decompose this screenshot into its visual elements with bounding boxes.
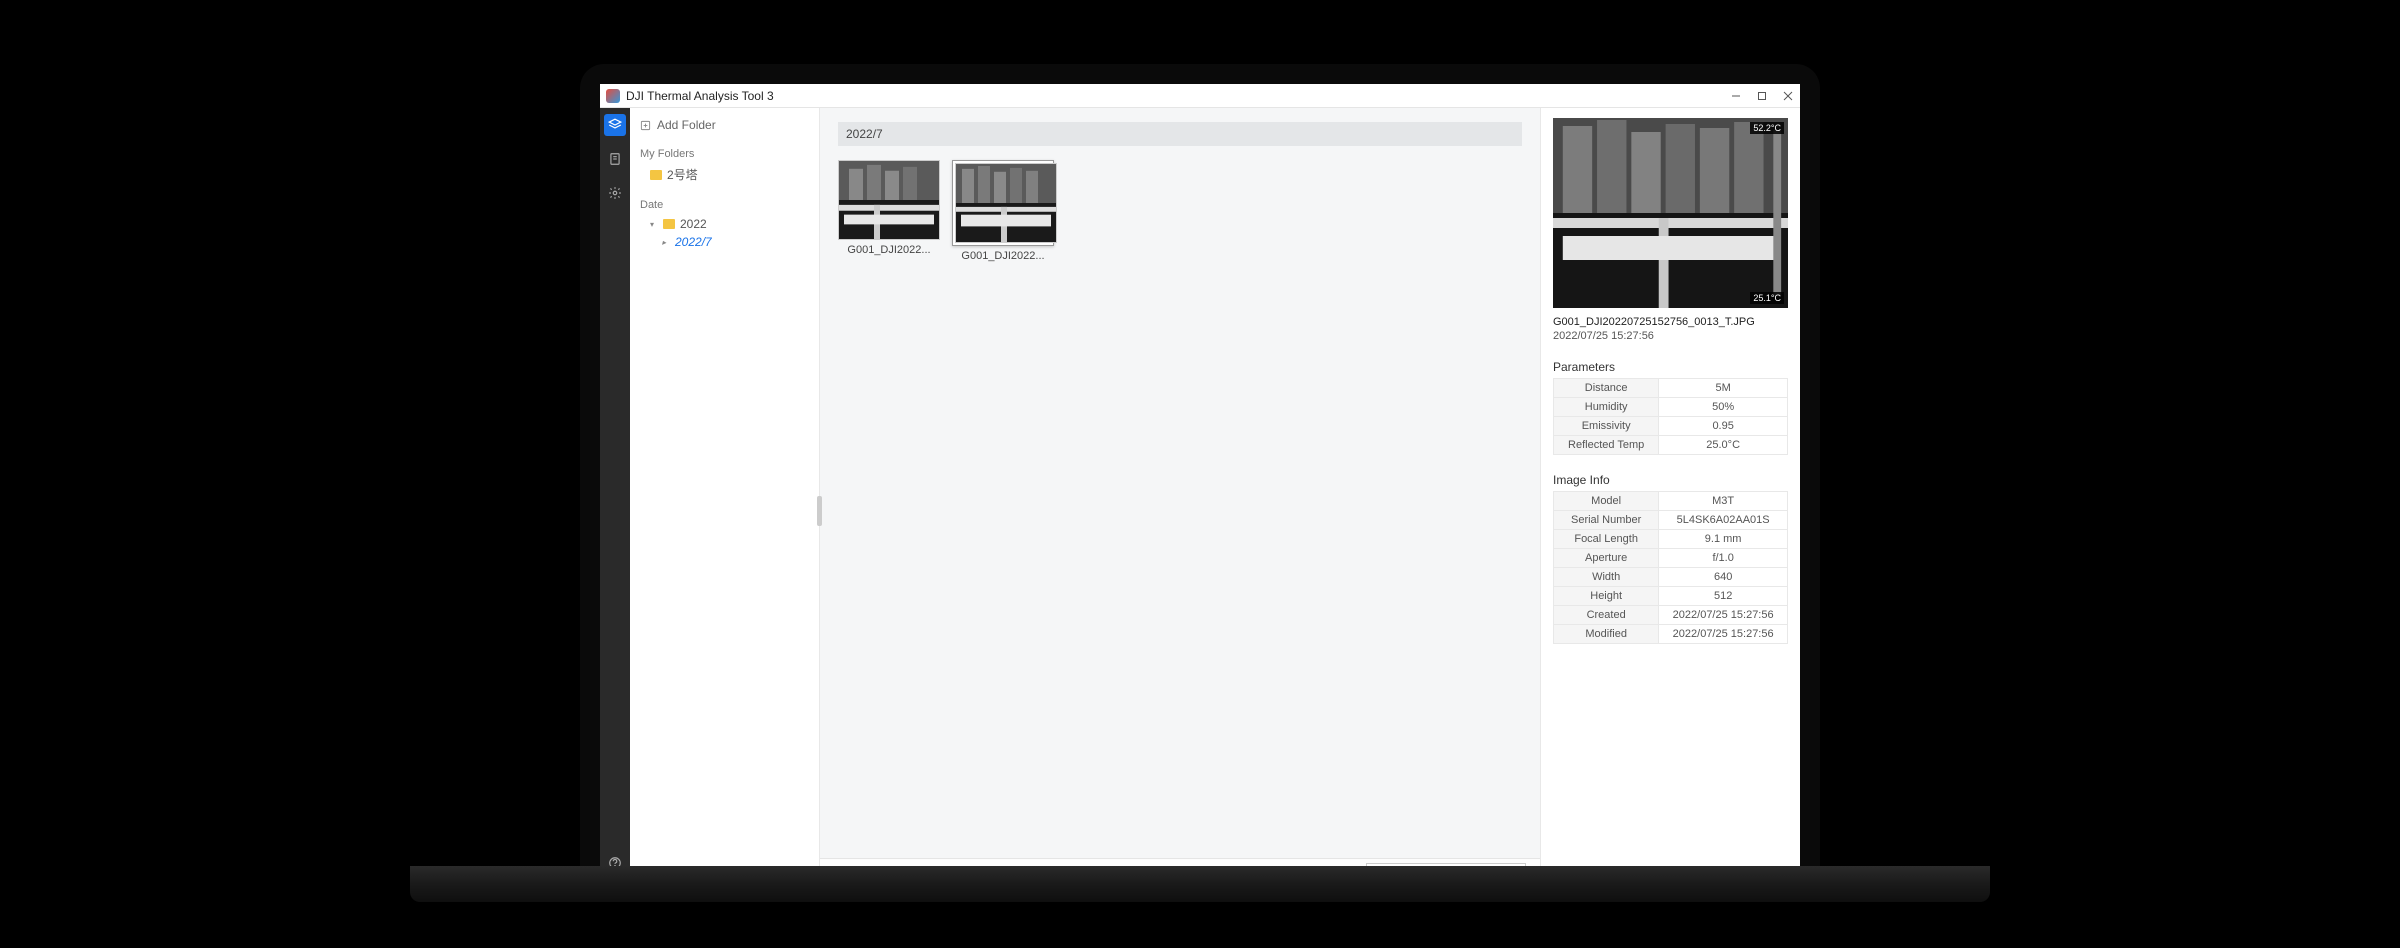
folder-icon — [650, 170, 662, 180]
table-row: Humidity50% — [1554, 398, 1788, 417]
table-row: Created2022/07/25 15:27:56 — [1554, 606, 1788, 625]
thumbnail-image — [838, 160, 940, 240]
rail-settings-icon[interactable] — [604, 182, 626, 204]
date-month-label: 2022/7 — [675, 235, 712, 249]
date-year-label: 2022 — [680, 217, 707, 231]
app-title: DJI Thermal Analysis Tool 3 — [626, 89, 1730, 103]
content-panel: 2022/7 — [820, 108, 1540, 884]
resize-handle[interactable] — [817, 496, 822, 526]
chevron-right-icon: ▸ — [662, 238, 670, 247]
minimize-button[interactable] — [1730, 90, 1742, 102]
detail-panel: 52.2°C 25.1°C G001_DJI20220725152756_001… — [1540, 108, 1800, 884]
chevron-down-icon: ▾ — [650, 220, 658, 229]
breadcrumb: 2022/7 — [838, 122, 1522, 146]
thumbnail-label: G001_DJI2022... — [952, 250, 1054, 262]
add-folder-label: Add Folder — [657, 118, 716, 132]
file-name: G001_DJI20220725152756_0013_T.JPG — [1553, 316, 1788, 328]
temp-high-badge: 52.2°C — [1750, 122, 1784, 134]
folder-row[interactable]: 2号塔 — [640, 164, 809, 185]
table-row: ModelM3T — [1554, 492, 1788, 511]
table-row: Serial Number5L4SK6A02AA01S — [1554, 511, 1788, 530]
date-year-row[interactable]: ▾ 2022 — [640, 215, 809, 233]
date-month-row[interactable]: ▸ 2022/7 — [640, 233, 809, 251]
thumbnail[interactable]: G001_DJI2022... — [838, 160, 940, 262]
thumbnail-label: G001_DJI2022... — [838, 244, 940, 256]
table-row: Focal Length9.1 mm — [1554, 530, 1788, 549]
thumbnail[interactable]: G001_DJI2022... — [952, 160, 1054, 262]
add-folder-button[interactable]: Add Folder — [640, 116, 809, 134]
titlebar: DJI Thermal Analysis Tool 3 — [600, 84, 1800, 108]
temp-low-badge: 25.1°C — [1750, 292, 1784, 304]
table-row: Reflected Temp25.0°C — [1554, 436, 1788, 455]
file-date: 2022/07/25 15:27:56 — [1553, 330, 1788, 342]
close-button[interactable] — [1782, 90, 1794, 102]
folder-panel: Add Folder My Folders 2号塔 Date ▾ 2022 ▸ … — [630, 108, 820, 884]
image-info-table: ModelM3T Serial Number5L4SK6A02AA01S Foc… — [1553, 491, 1788, 644]
date-label: Date — [640, 199, 809, 211]
app-icon — [606, 89, 620, 103]
folder-label: 2号塔 — [667, 166, 698, 183]
left-rail — [600, 108, 630, 884]
thumbnail-image — [955, 163, 1057, 243]
table-row: Width640 — [1554, 568, 1788, 587]
table-row: Aperturef/1.0 — [1554, 549, 1788, 568]
table-row: Height512 — [1554, 587, 1788, 606]
maximize-button[interactable] — [1756, 90, 1768, 102]
folder-icon — [663, 219, 675, 229]
parameters-title: Parameters — [1553, 360, 1788, 374]
rail-report-icon[interactable] — [604, 148, 626, 170]
parameters-table: Distance5M Humidity50% Emissivity0.95 Re… — [1553, 378, 1788, 455]
my-folders-label: My Folders — [640, 148, 809, 160]
rail-library-icon[interactable] — [604, 114, 626, 136]
image-info-title: Image Info — [1553, 473, 1788, 487]
table-row: Modified2022/07/25 15:27:56 — [1554, 625, 1788, 644]
table-row: Distance5M — [1554, 379, 1788, 398]
preview-image: 52.2°C 25.1°C — [1553, 118, 1788, 308]
table-row: Emissivity0.95 — [1554, 417, 1788, 436]
